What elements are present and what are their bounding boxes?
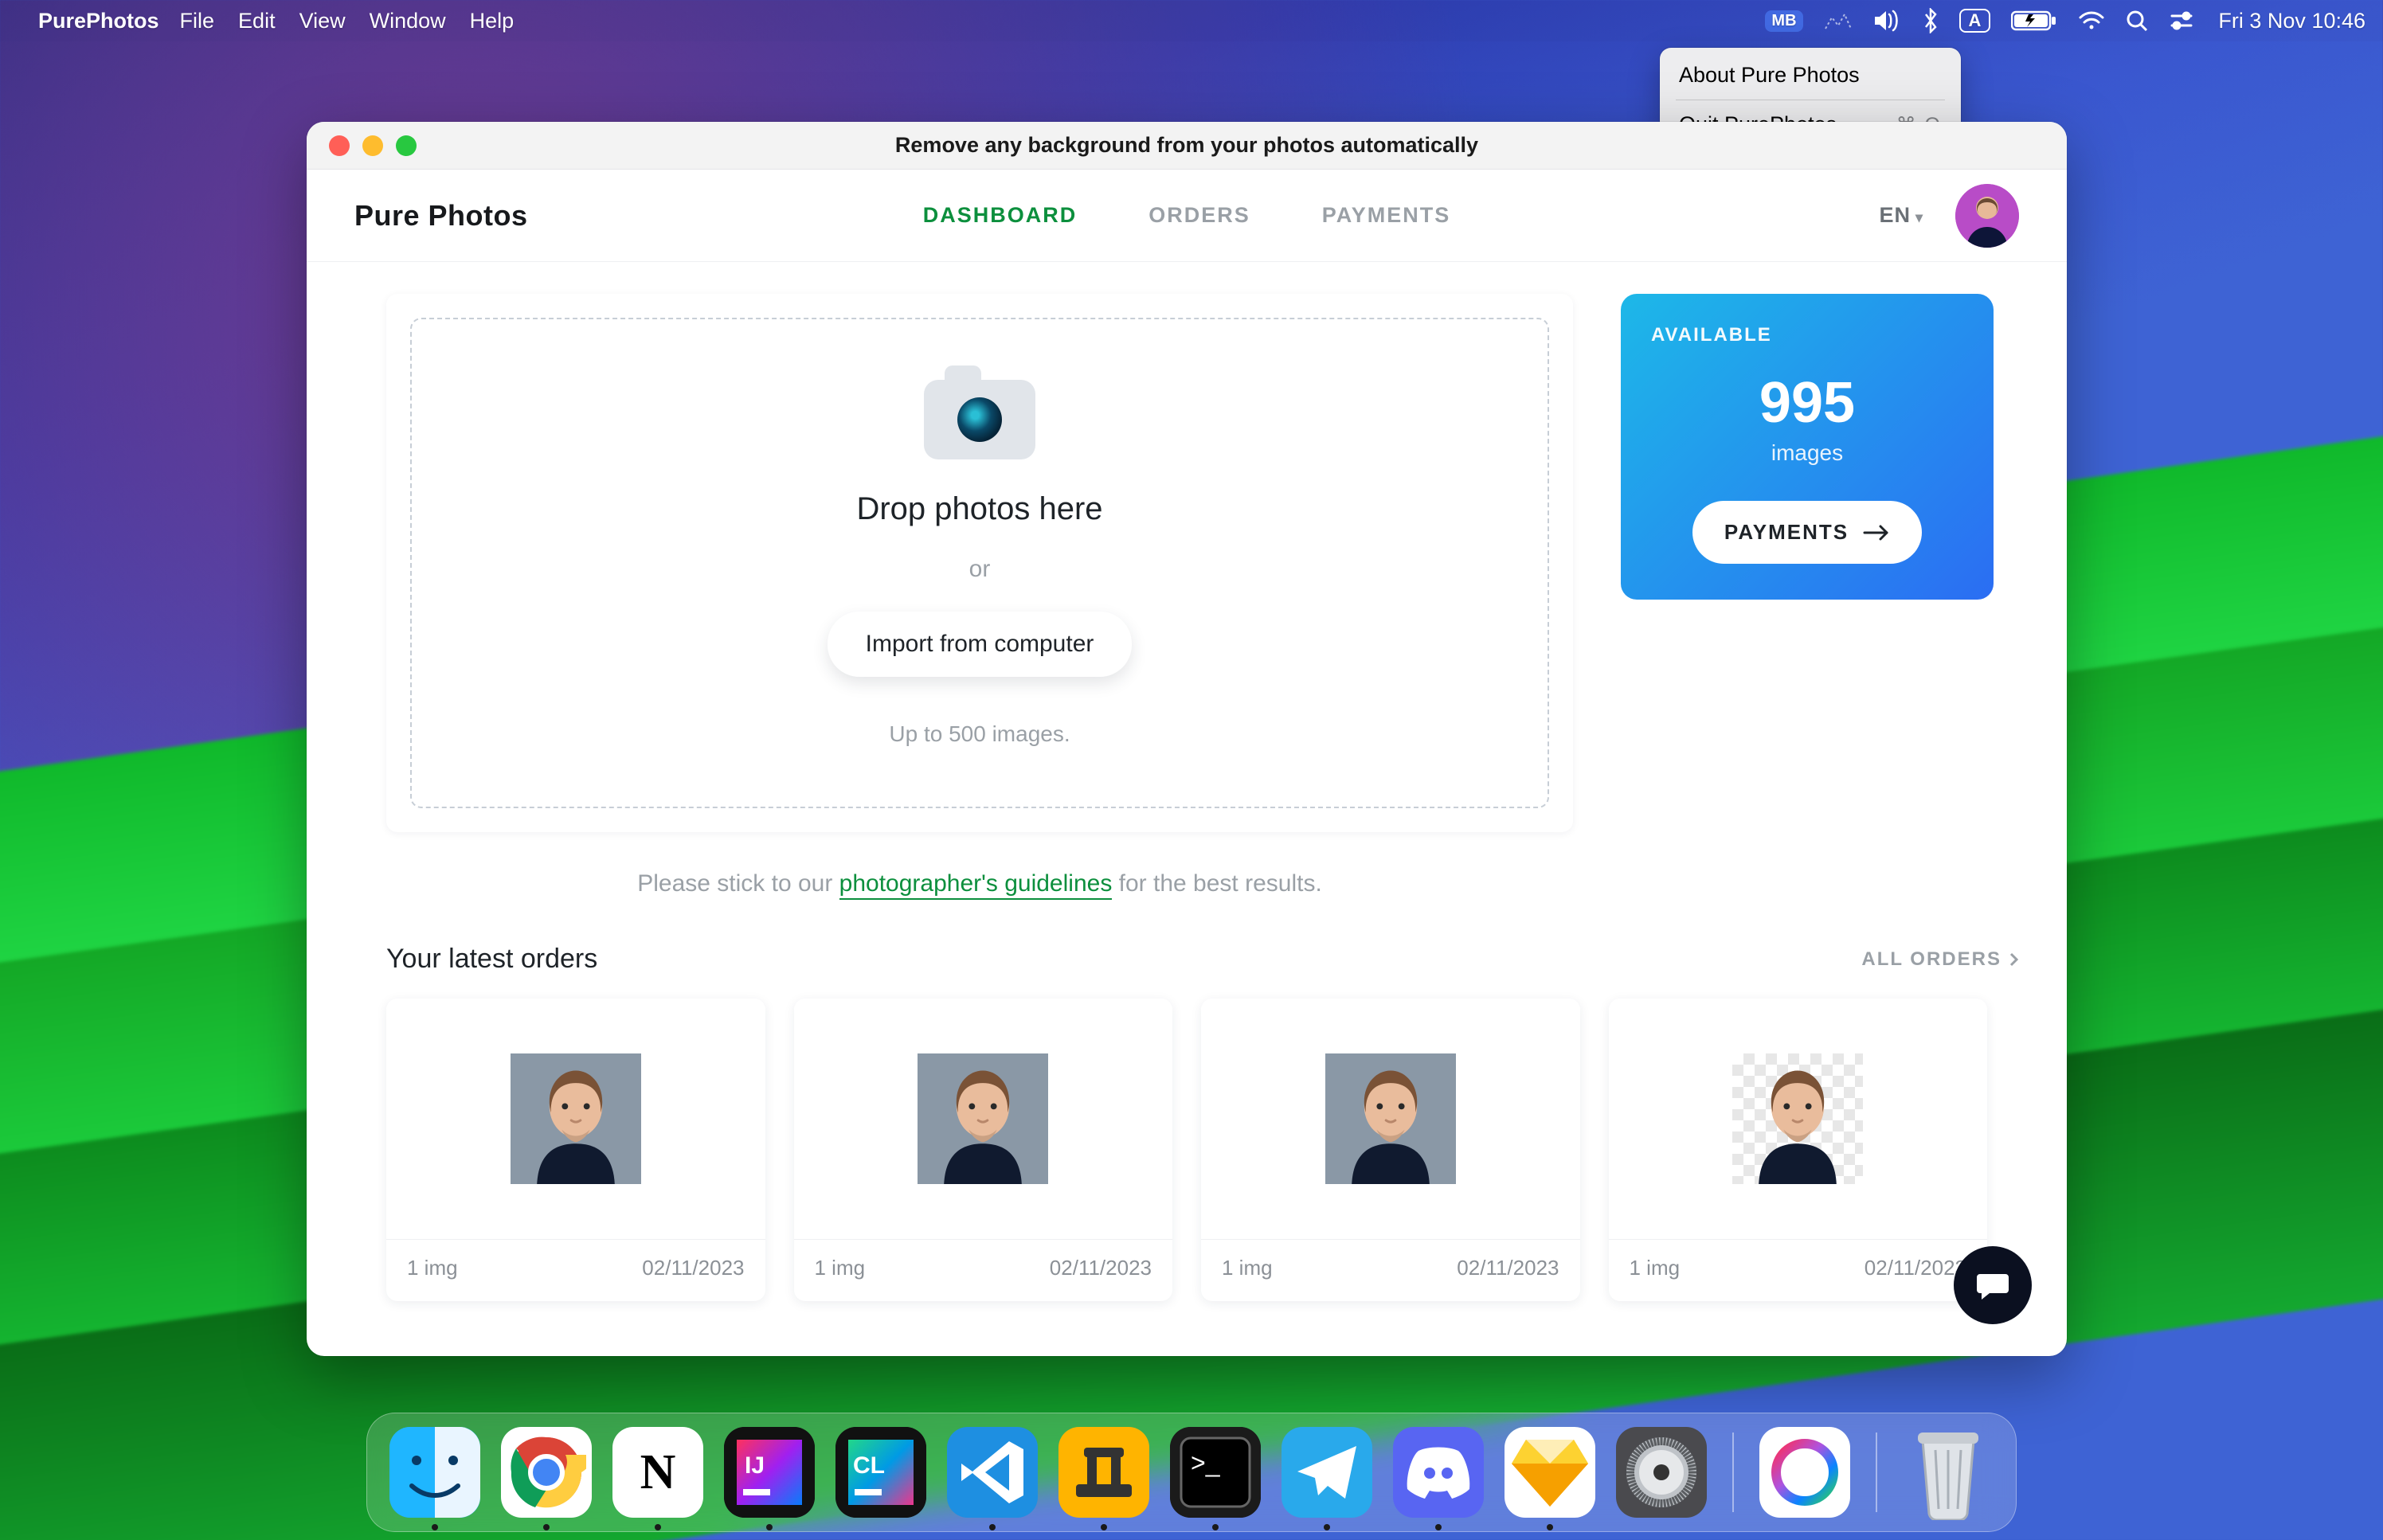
dock-item-trash[interactable] <box>1903 1427 1994 1518</box>
all-orders-label: ALL ORDERS <box>1861 948 2001 971</box>
order-date: 02/11/2023 <box>1457 1256 1559 1280</box>
menubar-app-badge[interactable]: MB <box>1765 10 1802 32</box>
guidelines-link[interactable]: photographer's guidelines <box>839 870 1113 900</box>
chat-fab[interactable] <box>1954 1246 2032 1324</box>
dock-separator <box>1876 1433 1877 1512</box>
credits-card: AVAILABLE 995 images PAYMENTS <box>1621 294 1994 600</box>
dock-item-settings[interactable] <box>1616 1427 1707 1518</box>
svg-text:IJ: IJ <box>745 1452 765 1479</box>
dock-separator <box>1732 1433 1734 1512</box>
dock-item-terminal[interactable]: >_ <box>1170 1427 1261 1518</box>
volume-icon[interactable] <box>1873 10 1902 32</box>
credits-unit: images <box>1771 440 1843 466</box>
user-avatar[interactable] <box>1955 184 2019 248</box>
menubar-app-name[interactable]: PurePhotos <box>38 9 159 33</box>
order-card[interactable]: 1 img 02/11/2023 <box>1201 999 1580 1301</box>
dock-item-vscode[interactable] <box>947 1427 1038 1518</box>
language-selector[interactable]: EN <box>1879 203 1923 228</box>
svg-text:>_: >_ <box>1191 1448 1221 1477</box>
order-thumbnail <box>386 999 765 1239</box>
dock-item-intellij[interactable]: IJ <box>724 1427 815 1518</box>
dock-item-telegram[interactable] <box>1281 1427 1372 1518</box>
order-footer: 1 img 02/11/2023 <box>1201 1239 1580 1301</box>
hint-post: for the best results. <box>1112 870 1321 897</box>
control-center-icon[interactable] <box>2169 10 2194 31</box>
order-footer: 1 img 02/11/2023 <box>794 1239 1173 1301</box>
latest-orders-section: Your latest orders ALL ORDERS 1 img 02/1… <box>307 929 2067 1301</box>
order-card[interactable]: 1 img 02/11/2023 <box>386 999 765 1301</box>
order-card[interactable]: 1 img 02/11/2023 <box>1609 999 1988 1301</box>
order-image-count: 1 img <box>1222 1256 1273 1280</box>
menubar-item-edit[interactable]: Edit <box>238 9 276 33</box>
order-thumbnail <box>1609 999 1988 1239</box>
nav-payments[interactable]: PAYMENTS <box>1322 203 1451 228</box>
dock-item-clion[interactable]: CL <box>835 1427 926 1518</box>
order-card[interactable]: 1 img 02/11/2023 <box>794 999 1173 1301</box>
nav-orders[interactable]: ORDERS <box>1148 203 1250 228</box>
nav-dashboard[interactable]: DASHBOARD <box>923 203 1078 228</box>
all-orders-link[interactable]: ALL ORDERS <box>1861 948 2019 971</box>
dock-item-sketch[interactable] <box>1505 1427 1595 1518</box>
credits-label: AVAILABLE <box>1651 324 1772 346</box>
latest-orders-title: Your latest orders <box>386 944 597 975</box>
input-source-indicator[interactable]: A <box>1959 9 1991 33</box>
order-footer: 1 img 02/11/2023 <box>386 1239 765 1301</box>
upload-dropzone[interactable]: Drop photos here or Import from computer… <box>410 318 1549 808</box>
window-title: Remove any background from your photos a… <box>307 133 2067 158</box>
order-image <box>1324 1052 1458 1186</box>
purephotos-window: Remove any background from your photos a… <box>307 122 2067 1356</box>
guidelines-hint: Please stick to our photographer's guide… <box>386 870 1573 897</box>
menubar-item-help[interactable]: Help <box>470 9 515 33</box>
menubar-item-window[interactable]: Window <box>370 9 446 33</box>
arrow-right-icon <box>1863 525 1890 541</box>
menu-about-purephotos[interactable]: About Pure Photos <box>1668 56 1953 95</box>
order-image-count: 1 img <box>1630 1256 1681 1280</box>
camera-icon <box>924 380 1035 459</box>
menubar-clock[interactable]: Fri 3 Nov 10:46 <box>2218 9 2365 33</box>
order-date: 02/11/2023 <box>1050 1256 1152 1280</box>
credits-btn-label: PAYMENTS <box>1724 520 1849 545</box>
window-titlebar[interactable]: Remove any background from your photos a… <box>307 122 2067 170</box>
order-image <box>509 1052 643 1186</box>
macos-dock: N IJ CL >_ <box>366 1413 2017 1532</box>
upload-dropzone-card: Drop photos here or Import from computer… <box>386 294 1573 832</box>
order-image <box>1731 1052 1865 1186</box>
macos-menubar: PurePhotos File Edit View Window Help MB… <box>0 0 2383 41</box>
dock-item-finder[interactable] <box>389 1427 480 1518</box>
menu-about-label: About Pure Photos <box>1679 63 1860 88</box>
dropzone-limit: Up to 500 images. <box>889 721 1070 747</box>
dropzone-title: Drop photos here <box>856 491 1102 527</box>
app-header: Pure Photos DASHBOARD ORDERS PAYMENTS EN <box>307 170 2067 262</box>
order-image-count: 1 img <box>815 1256 866 1280</box>
order-date: 02/11/2023 <box>1865 1256 1966 1280</box>
dock-item-siri[interactable] <box>1759 1427 1850 1518</box>
chat-icon <box>1974 1266 2012 1304</box>
menubar-extra-icon[interactable] <box>1824 11 1853 30</box>
chevron-right-icon <box>2009 952 2019 967</box>
order-image <box>916 1052 1050 1186</box>
order-date: 02/11/2023 <box>642 1256 744 1280</box>
menubar-item-view[interactable]: View <box>299 9 346 33</box>
credits-count: 995 <box>1759 370 1855 436</box>
wifi-icon[interactable] <box>2078 10 2105 31</box>
bluetooth-icon[interactable] <box>1923 8 1939 33</box>
dropzone-or: or <box>969 556 991 583</box>
import-from-computer-button[interactable]: Import from computer <box>828 612 1133 677</box>
order-thumbnail <box>1201 999 1580 1239</box>
menubar-item-file[interactable]: File <box>180 9 215 33</box>
hint-pre: Please stick to our <box>637 870 839 897</box>
dock-item-fork[interactable] <box>1058 1427 1149 1518</box>
dock-item-notion[interactable]: N <box>612 1427 703 1518</box>
dock-item-chrome[interactable] <box>501 1427 592 1518</box>
order-footer: 1 img 02/11/2023 <box>1609 1239 1988 1301</box>
spotlight-icon[interactable] <box>2126 10 2148 32</box>
dock-item-discord[interactable] <box>1393 1427 1484 1518</box>
credits-payments-button[interactable]: PAYMENTS <box>1692 501 1922 564</box>
order-thumbnail <box>794 999 1173 1239</box>
order-image-count: 1 img <box>407 1256 458 1280</box>
svg-text:CL: CL <box>853 1452 885 1479</box>
battery-icon[interactable] <box>2011 10 2057 32</box>
app-nav: DASHBOARD ORDERS PAYMENTS <box>307 203 2067 228</box>
